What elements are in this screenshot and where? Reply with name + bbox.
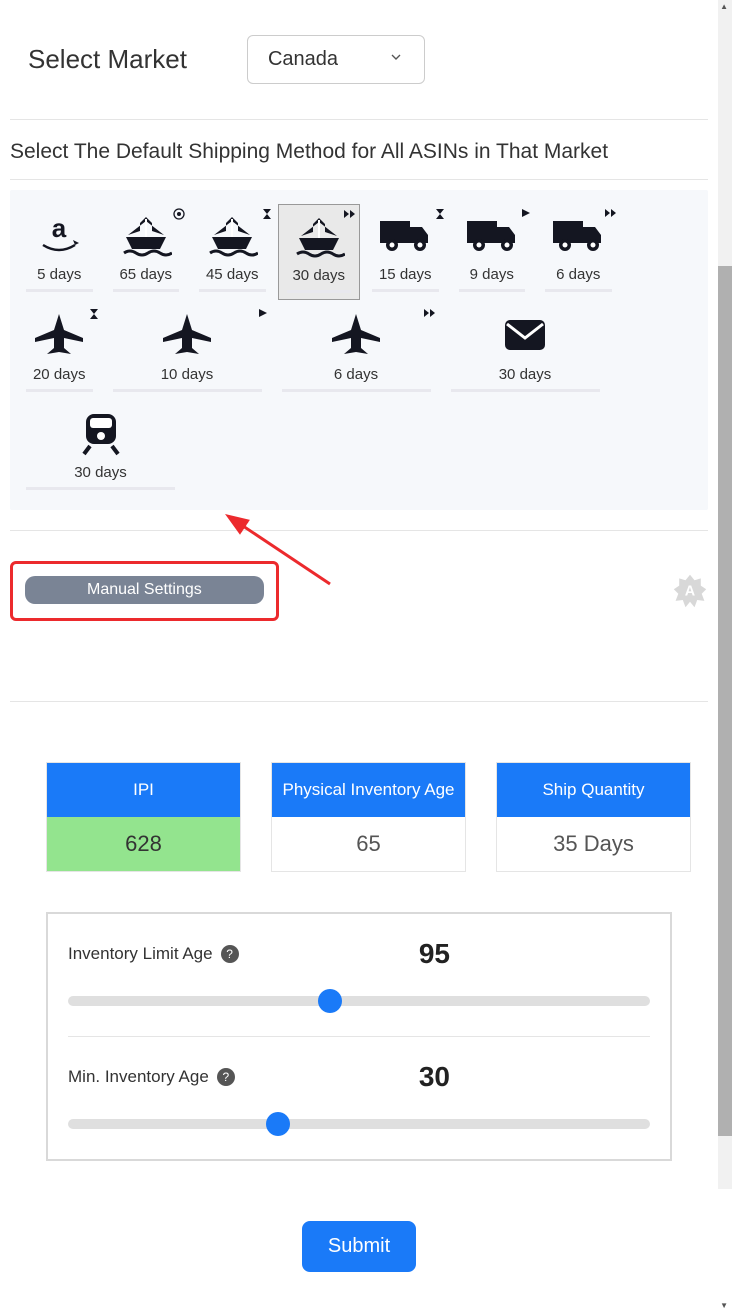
underline [287, 290, 352, 293]
shipping-option-3[interactable]: 30 days [278, 204, 361, 300]
auto-badge-icon[interactable]: A [672, 573, 708, 609]
slider-thumb[interactable] [318, 989, 342, 1013]
underline [372, 289, 439, 292]
shipping-option-days: 45 days [193, 266, 272, 283]
shipping-option-days: 30 days [281, 267, 358, 284]
shipping-option-11[interactable]: 30 days [18, 402, 183, 496]
truck-icon [539, 210, 618, 260]
divider [10, 530, 708, 531]
underline [451, 389, 600, 392]
help-icon[interactable]: ? [221, 945, 239, 963]
shipping-option-days: 6 days [276, 366, 437, 383]
ship-quantity-card: Ship Quantity 35 Days [496, 762, 691, 872]
min-inventory-age-slider[interactable] [68, 1119, 650, 1129]
ship-quantity-header: Ship Quantity [497, 763, 690, 817]
truck-icon [453, 210, 532, 260]
target-badge-icon [173, 208, 185, 223]
annotation-arrow-icon [220, 514, 340, 594]
shipping-section-title: Select The Default Shipping Method for A… [10, 140, 708, 164]
inventory-limit-age-label: Inventory Limit Age [68, 944, 213, 964]
play-badge-icon [521, 208, 531, 221]
scroll-down-icon[interactable]: ▼ [720, 1301, 728, 1310]
underline [199, 289, 266, 292]
hourglass-badge-icon [262, 208, 272, 223]
min-inventory-age-value: 30 [419, 1061, 450, 1093]
hourglass-badge-icon [89, 308, 99, 323]
ship-icon [281, 211, 358, 261]
shipping-option-6[interactable]: 6 days [537, 204, 620, 300]
shipping-option-days: 9 days [453, 266, 532, 283]
shipping-option-1[interactable]: 65 days [105, 204, 188, 300]
min-inventory-age-slider-block: Min. Inventory Age ? 30 [68, 1037, 650, 1159]
chevron-down-icon [388, 48, 404, 71]
shipping-option-2[interactable]: 45 days [191, 204, 274, 300]
shipping-option-5[interactable]: 9 days [451, 204, 534, 300]
ship-icon [107, 210, 186, 260]
sliders-panel: Inventory Limit Age ? 95 Min. Inventory … [46, 912, 672, 1161]
underline [459, 289, 526, 292]
inventory-limit-age-slider-block: Inventory Limit Age ? 95 [68, 914, 650, 1037]
ipi-card-header: IPI [47, 763, 240, 817]
shipping-option-days: 30 days [20, 464, 181, 481]
divider [10, 119, 708, 120]
ship-icon [193, 210, 272, 260]
shipping-option-8[interactable]: 10 days [105, 304, 270, 398]
play-badge-icon [258, 308, 268, 321]
shipping-option-4[interactable]: 15 days [364, 204, 447, 300]
shipping-option-days: 15 days [366, 266, 445, 283]
scrollbar-thumb[interactable] [718, 266, 732, 1136]
shipping-option-days: 30 days [445, 366, 606, 383]
ship-quantity-value: 35 Days [497, 817, 690, 871]
underline [113, 289, 180, 292]
help-icon[interactable]: ? [217, 1068, 235, 1086]
svg-text:a: a [52, 215, 67, 243]
underline [282, 389, 431, 392]
svg-text:A: A [685, 584, 696, 600]
underline [26, 389, 93, 392]
underline [26, 487, 175, 490]
mail-icon [445, 310, 606, 360]
truck-icon [366, 210, 445, 260]
shipping-option-days: 10 days [107, 366, 268, 383]
underline [545, 289, 612, 292]
shipping-options-grid: a 5 days 65 days 45 days 30 days 15 days 9 day… [10, 190, 708, 510]
inventory-limit-age-slider[interactable] [68, 996, 650, 1006]
physical-inventory-age-header: Physical Inventory Age [272, 763, 465, 817]
physical-inventory-age-value: 65 [272, 817, 465, 871]
inventory-limit-age-value: 95 [419, 938, 450, 970]
ipi-card-value: 628 [47, 817, 240, 871]
divider [10, 701, 708, 702]
ff-badge-icon [423, 308, 437, 321]
shipping-option-days: 6 days [539, 266, 618, 283]
select-market-label: Select Market [28, 44, 187, 75]
shipping-option-days: 20 days [20, 366, 99, 383]
shipping-option-0[interactable]: a 5 days [18, 204, 101, 300]
underline [26, 289, 93, 292]
shipping-option-7[interactable]: 20 days [18, 304, 101, 398]
divider [10, 179, 708, 180]
ff-badge-icon [343, 209, 357, 222]
shipping-option-days: 65 days [107, 266, 186, 283]
amazon-icon: a [20, 210, 99, 260]
scroll-up-icon[interactable]: ▲ [720, 2, 728, 11]
ipi-card: IPI 628 [46, 762, 241, 872]
plane-icon [107, 310, 268, 360]
shipping-option-10[interactable]: 30 days [443, 304, 608, 398]
shipping-option-days: 5 days [20, 266, 99, 283]
market-selected-value: Canada [268, 48, 338, 71]
slider-thumb[interactable] [266, 1112, 290, 1136]
submit-button[interactable]: Submit [302, 1221, 416, 1272]
physical-inventory-age-card: Physical Inventory Age 65 [271, 762, 466, 872]
shipping-option-9[interactable]: 6 days [274, 304, 439, 398]
market-select[interactable]: Canada [247, 35, 425, 84]
min-inventory-age-label: Min. Inventory Age [68, 1067, 209, 1087]
hourglass-badge-icon [435, 208, 445, 223]
ff-badge-icon [604, 208, 618, 221]
plane-icon [276, 310, 437, 360]
plane-icon [20, 310, 99, 360]
underline [113, 389, 262, 392]
train-icon [20, 408, 181, 458]
